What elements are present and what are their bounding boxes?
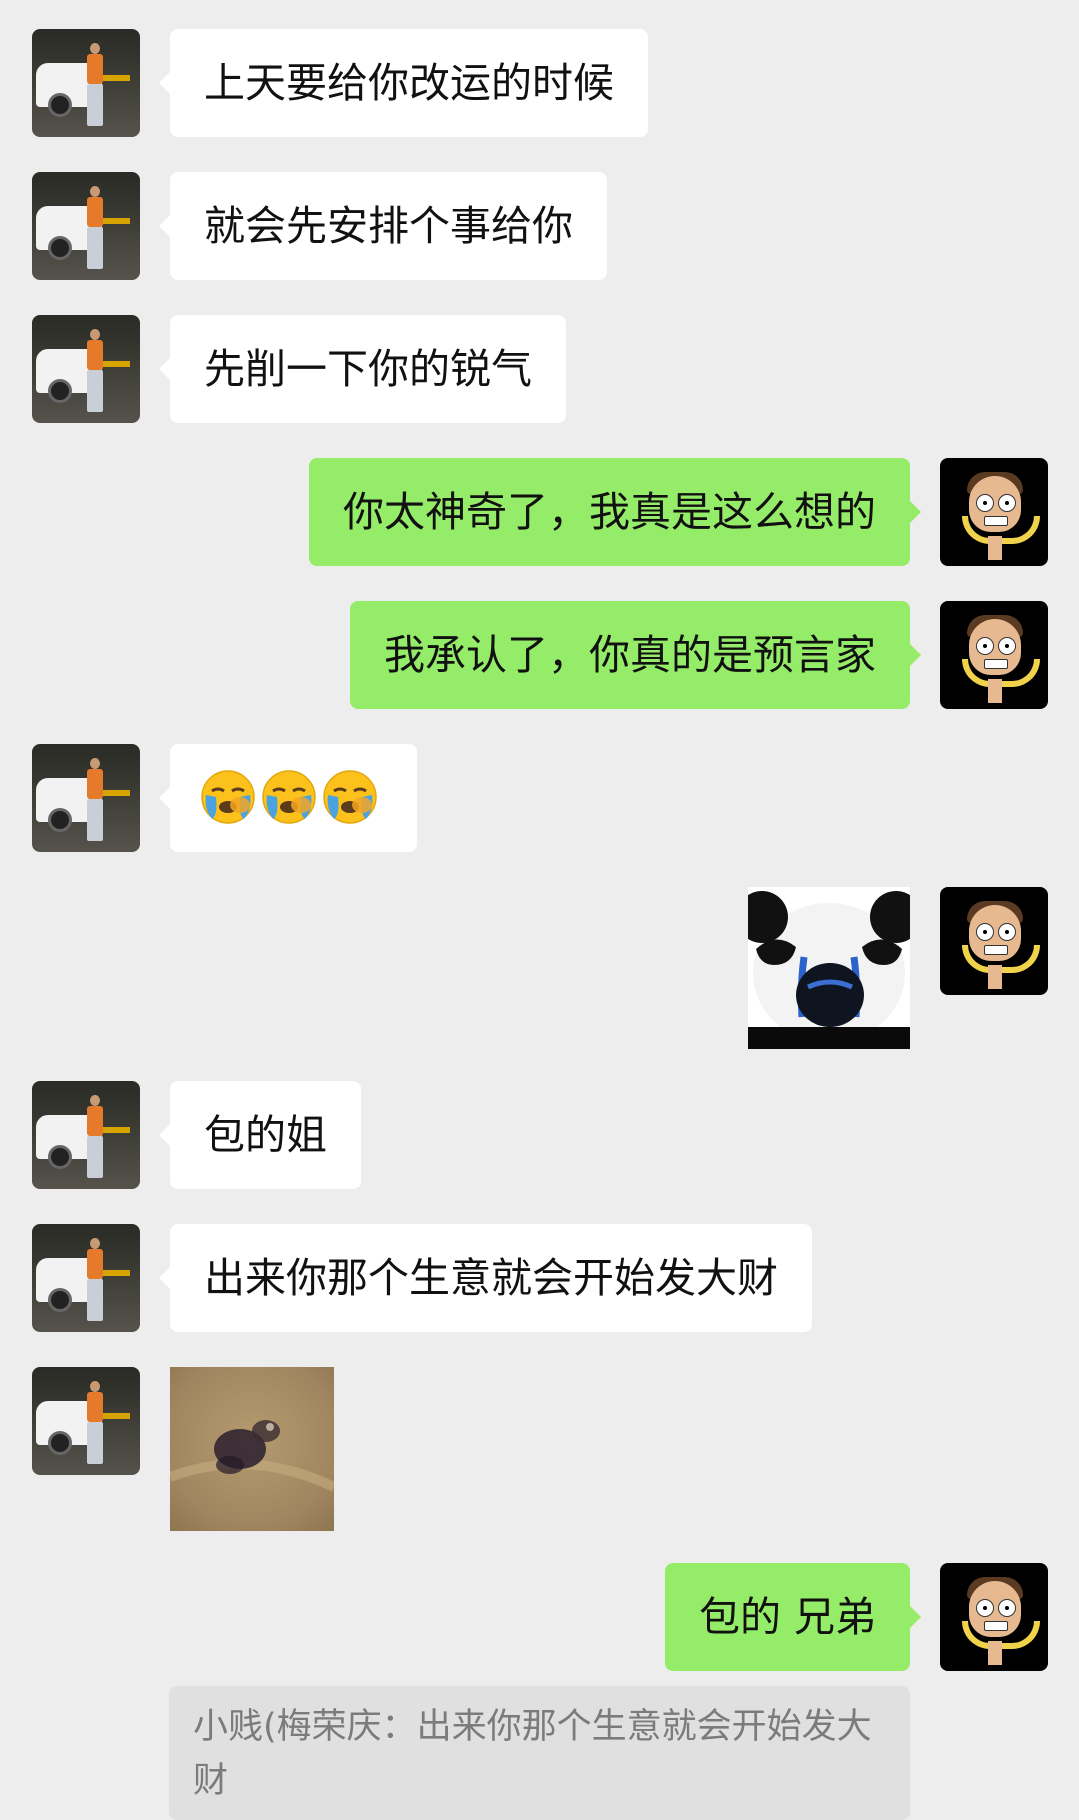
blurry-animal-sticker[interactable] <box>170 1367 334 1531</box>
loudly-crying-face-emoji <box>201 770 255 824</box>
crying-panda-sticker[interactable] <box>748 887 910 1049</box>
message-bubble[interactable]: 包的 兄弟 <box>664 1563 922 1671</box>
contact-avatar[interactable] <box>32 172 140 280</box>
contact-avatar[interactable] <box>32 744 140 852</box>
contact-avatar[interactable] <box>32 315 140 423</box>
message-bubble[interactable]: 你太神奇了，我真是这么想的 <box>309 458 921 566</box>
message-bubble[interactable]: 包的姐 <box>159 1081 361 1189</box>
my-avatar[interactable] <box>940 601 1048 709</box>
my-avatar[interactable] <box>940 1563 1048 1671</box>
message-bubble[interactable]: 出来你那个生意就会开始发大财 <box>159 1224 812 1332</box>
message-bubble[interactable]: 先削一下你的锐气 <box>159 315 566 423</box>
my-avatar[interactable] <box>940 458 1048 566</box>
quoted-message[interactable]: 小贱(梅荣庆：出来你那个生意就会开始发大财 <box>169 1686 910 1820</box>
contact-avatar[interactable] <box>32 1367 140 1475</box>
loudly-crying-face-emoji <box>262 770 316 824</box>
contact-avatar[interactable] <box>32 1081 140 1189</box>
chat-screen: { "messages": [ {"side": "left", "type":… <box>0 0 1079 1820</box>
my-avatar[interactable] <box>940 887 1048 995</box>
message-bubble[interactable]: 就会先安排个事给你 <box>159 172 607 280</box>
contact-avatar[interactable] <box>32 29 140 137</box>
message-bubble[interactable]: 我承认了，你真的是预言家 <box>350 601 921 709</box>
contact-avatar[interactable] <box>32 1224 140 1332</box>
loudly-crying-face-emoji <box>323 770 377 824</box>
message-bubble[interactable]: 上天要给你改运的时候 <box>159 29 648 137</box>
message-bubble[interactable] <box>159 744 417 852</box>
